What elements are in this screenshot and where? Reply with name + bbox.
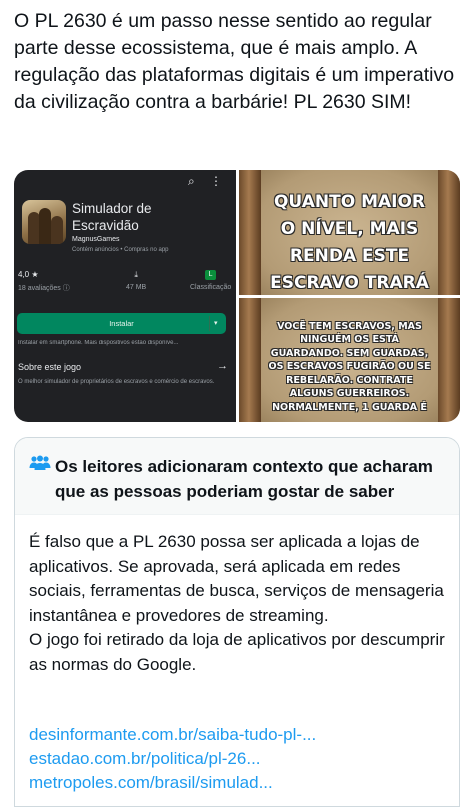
community-note-title: Os leitores adicionaram contexto que ach…: [55, 457, 433, 501]
tweet-media-grid: ⌕ ⋮ Simulador de Escravidão MagnusGames …: [14, 170, 460, 422]
parchment: QUANTO MAIOR O NÍVEL, MAIS RENDA ESTE ES…: [261, 170, 438, 295]
arrow-right-icon[interactable]: →: [217, 360, 228, 372]
people-icon: [29, 455, 51, 470]
note-source-links: desinformante.com.br/saiba-tudo-pl-... e…: [29, 723, 449, 795]
game-panel-bottom[interactable]: VOCÊ TEM ESCRAVOS, MAS NINGUÉM OS ESTÁ G…: [239, 297, 460, 422]
scroll-frame-left: [239, 297, 261, 422]
install-divider: [209, 316, 210, 331]
stat-size: ⤓ 47 MB: [126, 270, 146, 291]
source-link[interactable]: metropoles.com/brasil/simulad...: [29, 771, 449, 795]
community-note: Os leitores adicionaram contexto que ach…: [14, 437, 460, 807]
rating-value: 4,0 ★: [18, 270, 39, 279]
about-text: O melhor simulador de proprietários de e…: [18, 379, 215, 385]
more-vert-icon: ⋮: [210, 174, 222, 188]
scroll-frame-right: [438, 170, 460, 295]
app-icon: [22, 200, 66, 244]
panel-bottom-text: VOCÊ TEM ESCRAVOS, MAS NINGUÉM OS ESTÁ G…: [268, 320, 431, 413]
app-note: Contém anúncios • Compras no app: [72, 247, 169, 253]
panel-top-text: QUANTO MAIOR O NÍVEL, MAIS RENDA ESTE ES…: [270, 192, 429, 294]
scroll-frame-right: [438, 297, 460, 422]
size-value: 47 MB: [126, 284, 147, 291]
playstore-screenshot[interactable]: ⌕ ⋮ Simulador de Escravidão MagnusGames …: [14, 170, 236, 422]
search-icon: ⌕: [188, 174, 195, 188]
download-icon: ⤓: [134, 270, 138, 279]
playstore-topbar: ⌕ ⋮: [14, 174, 236, 190]
parchment: VOCÊ TEM ESCRAVOS, MAS NINGUÉM OS ESTÁ G…: [261, 297, 438, 422]
chevron-down-icon[interactable]: ▾: [214, 319, 218, 327]
note-paragraph: O jogo foi retirado da loja de aplicativ…: [29, 630, 445, 674]
community-note-body: É falso que a PL 2630 possa ser aplicada…: [29, 530, 449, 677]
media-right-column: QUANTO MAIOR O NÍVEL, MAIS RENDA ESTE ES…: [239, 170, 460, 422]
app-developer: MagnusGames: [72, 236, 120, 243]
stat-rating: 4,0 ★ 18 avaliações ⓘ: [18, 270, 70, 293]
source-link[interactable]: estadao.com.br/politica/pl-26...: [29, 747, 449, 771]
app-stats: 4,0 ★ 18 avaliações ⓘ ⤓ 47 MB L Classifi…: [14, 270, 236, 300]
scroll-frame-left: [239, 170, 261, 295]
install-button[interactable]: Instalar: [17, 313, 226, 334]
availability-text: Instalar em smartphone. Mais dispositivo…: [18, 340, 179, 346]
community-note-header: Os leitores adicionaram contexto que ach…: [15, 438, 459, 515]
classification-label: Classificação: [190, 284, 232, 291]
about-heading[interactable]: Sobre este jogo: [18, 362, 81, 372]
game-panel-top[interactable]: QUANTO MAIOR O NÍVEL, MAIS RENDA ESTE ES…: [239, 170, 460, 295]
stat-classification: L Classificação: [190, 270, 231, 291]
tweet-text: O PL 2630 é um passo nesse sentido ao re…: [14, 10, 455, 113]
note-paragraph: É falso que a PL 2630 possa ser aplicada…: [29, 532, 444, 625]
app-title: Simulador de Escravidão: [72, 201, 152, 233]
source-link[interactable]: desinformante.com.br/saiba-tudo-pl-...: [29, 723, 449, 747]
rating-label: 18 avaliações ⓘ: [18, 285, 70, 292]
classification-badge: L: [205, 270, 217, 280]
